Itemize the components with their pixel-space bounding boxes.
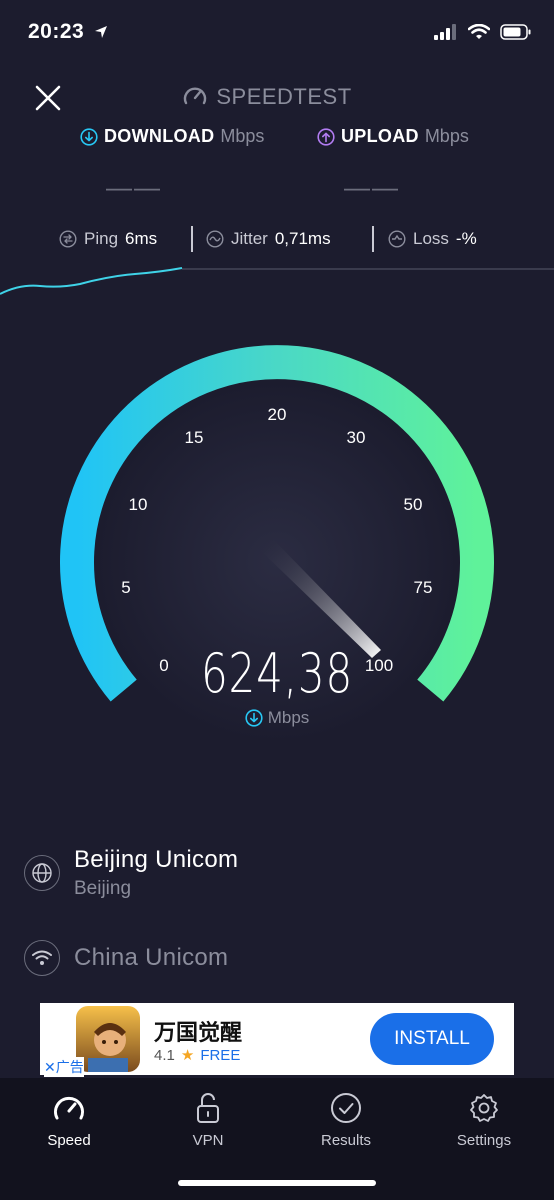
ad-app-icon bbox=[76, 1006, 140, 1072]
upload-unit: Mbps bbox=[424, 126, 469, 146]
jitter-icon bbox=[206, 230, 224, 248]
battery-icon bbox=[500, 24, 531, 40]
ping-value: 6ms bbox=[125, 229, 158, 248]
speed-unit: Mbps bbox=[0, 708, 554, 728]
download-arrow-icon bbox=[80, 127, 98, 146]
loss-label: Loss bbox=[413, 229, 449, 248]
tab-results-label: Results bbox=[320, 1132, 372, 1149]
brand-text: SPEEDTEST bbox=[216, 84, 352, 109]
brand-header: SPEEDTEST bbox=[0, 84, 554, 110]
latency-stats: Ping 6ms Jitter 0,71ms Loss -% bbox=[0, 224, 554, 254]
upload-metric: UPLOAD Mbps bbox=[317, 126, 469, 147]
upload-label: UPLOAD bbox=[341, 126, 419, 146]
ad-price: FREE bbox=[200, 1046, 241, 1064]
speedometer-icon bbox=[54, 1096, 84, 1120]
home-indicator[interactable] bbox=[178, 1180, 376, 1186]
tab-results[interactable]: Results bbox=[296, 1090, 396, 1149]
tab-speed-label: Speed bbox=[47, 1132, 91, 1149]
loss-stat: Loss -% bbox=[388, 224, 477, 254]
upload-arrow-icon bbox=[317, 127, 335, 146]
star-icon: ★ bbox=[180, 1047, 195, 1064]
clock-text: 20:23 bbox=[28, 20, 85, 43]
speed-graph bbox=[0, 267, 554, 295]
ad-banner[interactable]: 万国觉醒 4.1 ★ FREE INSTALL ✕广告 bbox=[40, 1003, 514, 1077]
gauge-tick-label: 20 bbox=[267, 405, 287, 424]
status-time: 20:23 bbox=[28, 20, 108, 44]
ping-stat: Ping 6ms bbox=[59, 224, 157, 254]
ad-badge[interactable]: ✕广告 bbox=[44, 1057, 84, 1077]
provider-info: China Unicom bbox=[24, 940, 228, 976]
gauge-tick-label: 5 bbox=[121, 578, 131, 597]
upload-value: —— bbox=[344, 172, 400, 202]
install-button[interactable]: INSTALL bbox=[370, 1013, 494, 1065]
cellular-signal-icon bbox=[434, 24, 456, 40]
download-value: —— bbox=[106, 172, 162, 202]
unlock-icon bbox=[197, 1093, 219, 1123]
gauge-tick-label: 30 bbox=[346, 428, 366, 447]
ad-close-icon[interactable]: ✕ bbox=[44, 1059, 56, 1075]
speed-unit-text: Mbps bbox=[267, 708, 310, 727]
tab-settings-label: Settings bbox=[456, 1132, 512, 1149]
tab-vpn-label: VPN bbox=[192, 1132, 224, 1149]
tab-settings[interactable]: Settings bbox=[434, 1090, 534, 1149]
jitter-value: 0,71ms bbox=[274, 229, 331, 248]
gauge-tick-label: 75 bbox=[413, 578, 433, 597]
gauge-tick-label: 50 bbox=[403, 495, 423, 514]
server-selector[interactable]: Beijing Unicom Beijing bbox=[24, 846, 238, 900]
globe-icon bbox=[24, 855, 60, 891]
checkmark-circle-icon bbox=[331, 1093, 361, 1123]
wifi-icon bbox=[468, 24, 490, 39]
tab-vpn[interactable]: VPN bbox=[158, 1090, 258, 1149]
packet-loss-icon bbox=[388, 230, 406, 248]
ad-title: 万国觉醒 bbox=[154, 1020, 243, 1045]
jitter-label: Jitter bbox=[231, 229, 268, 248]
status-bar: 20:23 bbox=[0, 0, 554, 70]
stat-divider bbox=[372, 226, 374, 252]
location-arrow-icon bbox=[94, 26, 107, 38]
jitter-stat: Jitter 0,71ms bbox=[206, 224, 331, 254]
download-metric: DOWNLOAD Mbps bbox=[80, 126, 264, 147]
download-arrow-icon bbox=[245, 709, 263, 727]
status-icons bbox=[434, 24, 532, 40]
ad-meta: 4.1 ★ FREE bbox=[154, 1046, 241, 1065]
gear-icon bbox=[470, 1094, 498, 1122]
gauge-tick-label: 10 bbox=[128, 495, 148, 514]
download-label: DOWNLOAD bbox=[104, 126, 215, 146]
server-location: Beijing bbox=[74, 878, 132, 899]
speed-value: 624,38 bbox=[200, 642, 354, 705]
wifi-provider-icon bbox=[24, 940, 60, 976]
stat-divider bbox=[191, 226, 193, 252]
ping-icon bbox=[59, 230, 77, 248]
ping-label: Ping bbox=[84, 229, 119, 248]
download-unit: Mbps bbox=[220, 126, 265, 146]
ad-rating: 4.1 bbox=[154, 1046, 175, 1064]
tab-speed[interactable]: Speed bbox=[19, 1090, 119, 1149]
loss-value: -% bbox=[455, 229, 477, 248]
ad-badge-label: 广告 bbox=[55, 1059, 84, 1075]
gauge-tick-label: 15 bbox=[184, 428, 204, 447]
speedtest-logo-icon bbox=[184, 87, 207, 105]
server-name: Beijing Unicom bbox=[74, 846, 239, 873]
provider-name: China Unicom bbox=[74, 944, 229, 971]
